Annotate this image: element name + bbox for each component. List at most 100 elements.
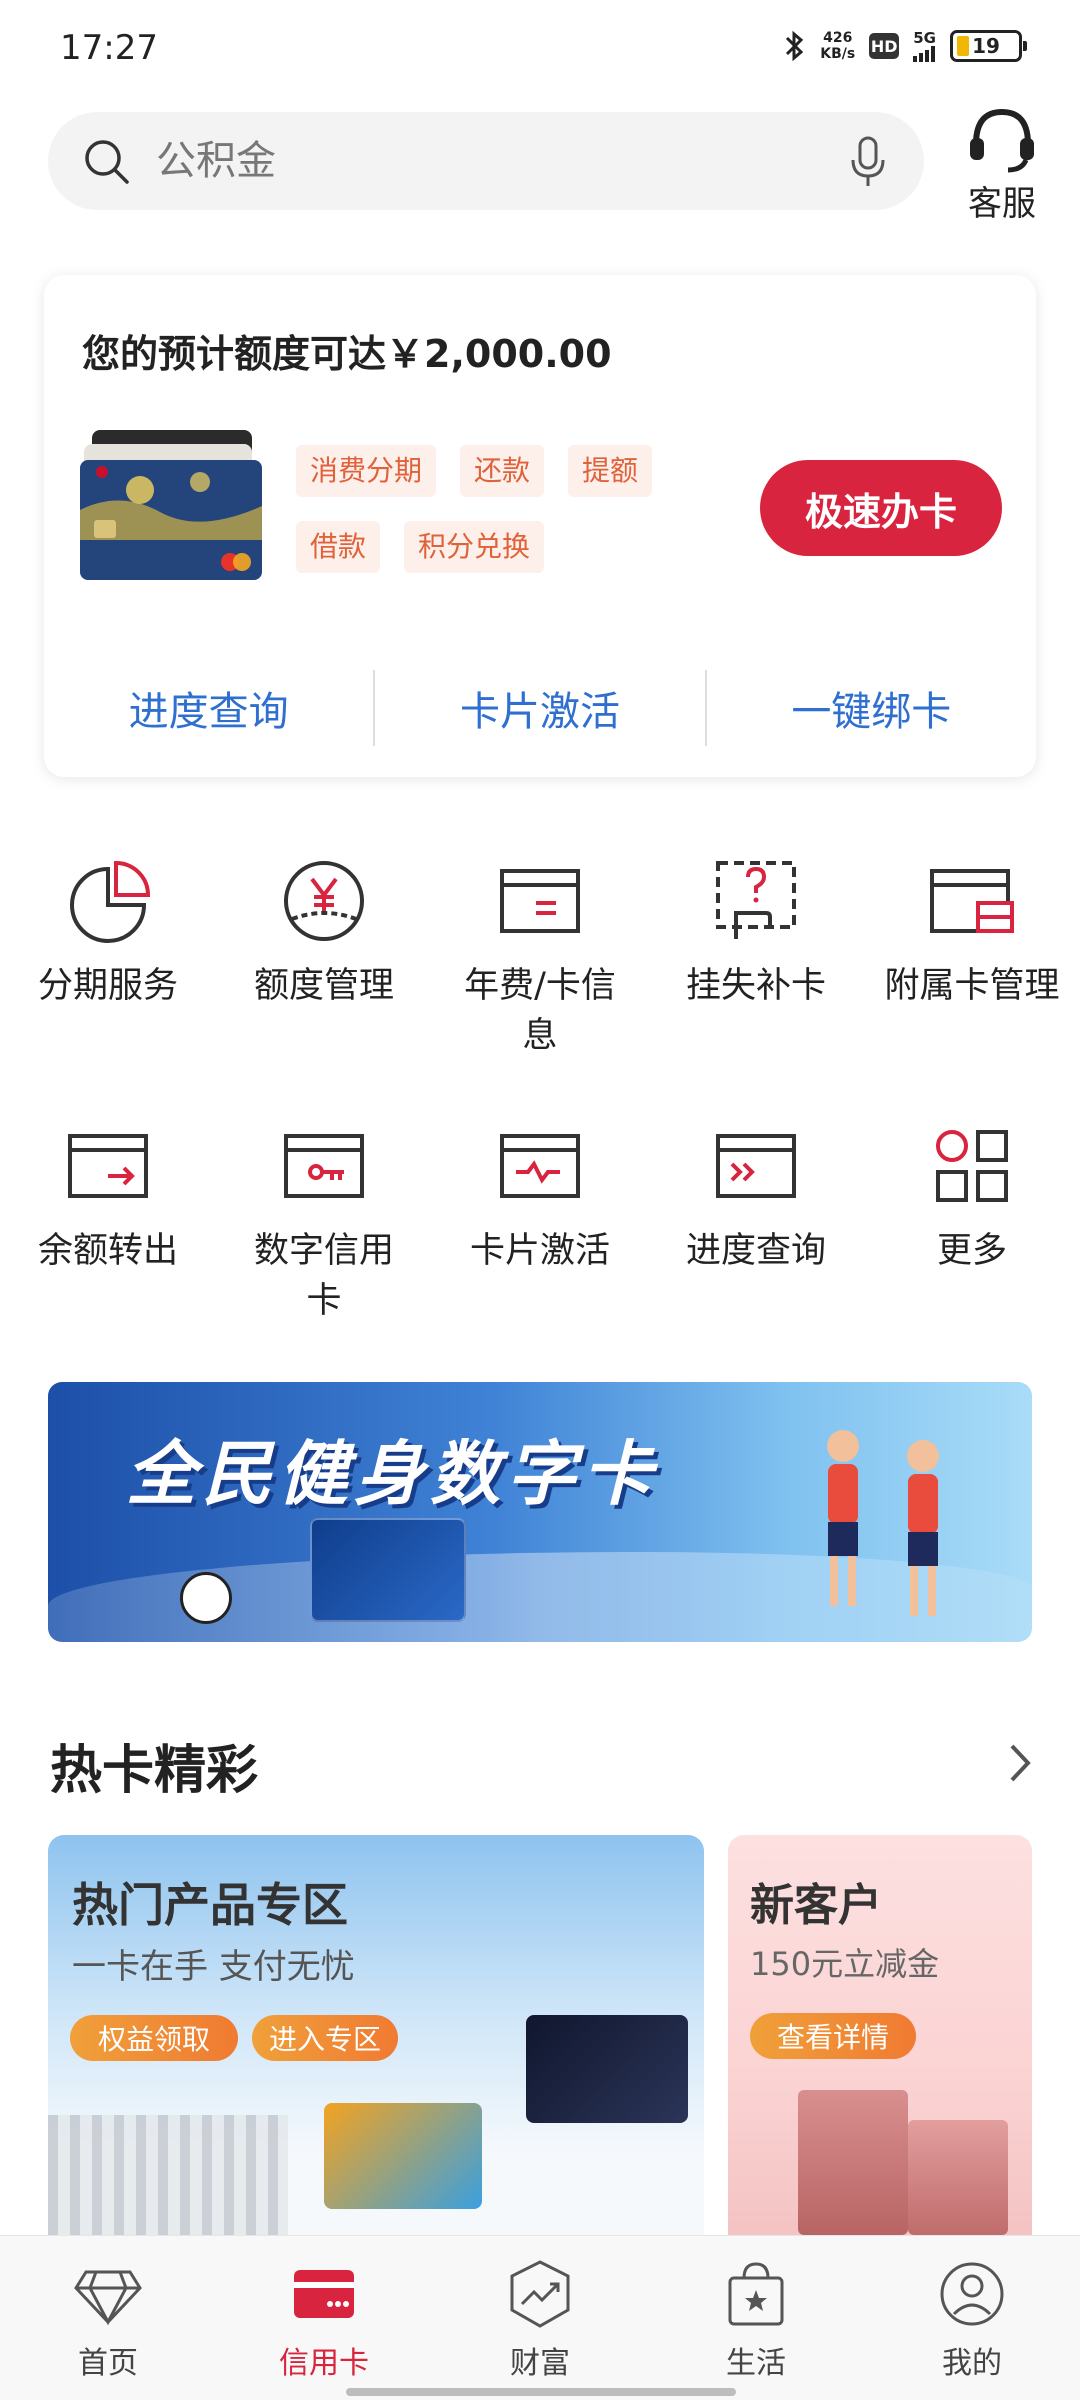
new-customer-card[interactable]: 新客户 150元立减金 查看详情 [728,1835,1032,2235]
customer-service-label: 客服 [968,184,1036,224]
escalator-decoration [48,2115,288,2235]
claim-benefits-button[interactable]: 权益领取 [70,2015,238,2061]
grid-item-progress-query[interactable]: 进度查询 [648,1120,864,1385]
customer-service-button[interactable]: 客服 [960,104,1044,225]
tag-points-exchange[interactable]: 积分兑换 [404,521,545,573]
grid-label: 余额转出 [37,1231,178,1271]
pie-chart-icon [70,860,151,943]
status-time: 17:27 [60,28,158,68]
net-speed-value: 426 [823,30,853,46]
grid-label: 挂失补卡 [685,966,826,1006]
apply-card-button[interactable]: 极速办卡 [760,460,1002,556]
nav-life[interactable]: 生活 [648,2236,864,2400]
diamond-icon [74,2270,142,2326]
nav-credit-card[interactable]: 信用卡 [216,2236,432,2400]
hd-badge: HD [869,33,900,59]
banner-card-image [310,1518,466,1622]
home-indicator[interactable] [346,2388,736,2396]
battery-level: 19 [972,34,1000,58]
status-bar: 17:27 426 KB/s HD 5G 19 [0,0,1080,100]
chevron-right-icon[interactable] [1000,1738,1040,1788]
gift-box-image [798,2090,908,2235]
promo-subtitle: 150元立减金 [750,1945,940,1983]
grid-label: 数字信用卡 [253,1231,394,1321]
headset-icon [970,108,1034,173]
card-question-icon [716,861,796,939]
bottom-nav: 首页 信用卡 财富 生活 我的 [0,2235,1080,2400]
credit-card-icon [294,2270,354,2318]
promo-title: 热门产品专区 [72,1878,348,1932]
battery-icon: 19 [950,30,1027,62]
tag-installment[interactable]: 消费分期 [296,445,437,497]
platinum-card-image [526,2015,688,2123]
grid-label: 进度查询 [685,1231,826,1271]
tag-repayment[interactable]: 还款 [460,445,545,497]
gift-box-image [908,2120,1008,2235]
tag-borrow[interactable]: 借款 [296,521,381,573]
card-activation-link[interactable]: 卡片激活 [375,670,704,746]
grid-label: 分期服务 [37,966,178,1006]
supplementary-card-icon [930,869,1014,933]
wealth-chart-icon [510,2260,570,2328]
card-transfer-icon [68,1134,148,1198]
bind-card-link[interactable]: 一键绑卡 [707,670,1036,746]
search-icon [85,140,129,184]
net-speed: 426 KB/s [820,30,855,62]
tennis-player-illustration [827,1430,859,1606]
bluetooth-icon [786,30,804,62]
grid-label: 年费/卡信息 [464,966,616,1056]
grid-label: 更多 [936,1231,1007,1271]
nav-label: 首页 [78,2346,138,2381]
grid-label: 额度管理 [253,966,394,1006]
soccer-ball-icon [180,1572,232,1624]
themed-card-image [324,2103,482,2209]
pingpong-player-illustration [907,1440,939,1616]
promo-banner[interactable]: 全民健身数字卡 [48,1382,1032,1642]
user-profile-icon [940,2262,1004,2326]
credit-card-panel: 您的预计额度可达￥2,000.00 消费分期 还款 提额 借款 积分兑换 极速办… [44,275,1036,777]
grid-item-annual-fee[interactable]: 年费/卡信息 [432,855,648,1120]
grid-item-limit-management[interactable]: 额度管理 [216,855,432,1120]
network-type: 5G [913,28,936,47]
credit-limit-title: 您的预计额度可达￥2,000.00 [82,332,612,376]
yen-circle-icon [284,861,364,941]
shopping-bag-icon [728,2262,784,2326]
digital-card-icon [284,1134,364,1198]
nav-label: 财富 [510,2346,570,2381]
grid-item-installment[interactable]: 分期服务 [0,855,216,1120]
nav-label: 信用卡 [279,2346,369,2381]
card-quick-links: 进度查询 卡片激活 一键绑卡 [44,670,1036,746]
hot-cards-section-title: 热卡精彩 [50,1741,259,1801]
banner-title: 全民健身数字卡 [126,1433,658,1515]
nav-label: 我的 [942,2346,1002,2381]
card-pulse-icon [500,1134,580,1198]
net-speed-unit: KB/s [820,46,856,62]
credit-card-image[interactable] [80,430,262,580]
promo-title: 新客户 [750,1880,882,1931]
status-icons: 426 KB/s HD 5G 19 [782,28,1027,62]
grid-item-more[interactable]: 更多 [864,1120,1080,1385]
grid-item-balance-transfer[interactable]: 余额转出 [0,1120,216,1385]
grid-item-report-loss[interactable]: 挂失补卡 [648,855,864,1120]
microphone-icon[interactable] [848,134,888,190]
nav-label: 生活 [726,2346,786,2381]
view-details-button[interactable]: 查看详情 [750,2013,916,2059]
service-grid: 分期服务 额度管理 年费/卡信息 挂失补卡 附属卡管理 余额转出 数字信用卡 卡… [0,855,1080,1385]
nav-mine[interactable]: 我的 [864,2236,1080,2400]
grid-label: 附属卡管理 [884,966,1060,1006]
grid-item-card-activation[interactable]: 卡片激活 [432,1120,648,1385]
nav-home[interactable]: 首页 [0,2236,216,2400]
search-bar[interactable] [48,112,924,210]
nav-wealth[interactable]: 财富 [432,2236,648,2400]
promo-subtitle: 一卡在手 支付无忧 [72,1947,355,1987]
more-grid-icon [936,1130,1008,1202]
tag-raise-limit[interactable]: 提额 [568,445,653,497]
service-tags: 消费分期 还款 提额 借款 积分兑换 [296,445,736,573]
enter-zone-button[interactable]: 进入专区 [252,2015,398,2061]
grid-item-supplementary-card[interactable]: 附属卡管理 [864,855,1080,1120]
signal-icon: 5G [913,28,936,62]
grid-item-digital-card[interactable]: 数字信用卡 [216,1120,432,1385]
search-input[interactable] [156,130,756,192]
progress-query-link[interactable]: 进度查询 [44,670,373,746]
hot-products-card[interactable]: 热门产品专区 一卡在手 支付无忧 权益领取 进入专区 [48,1835,704,2235]
